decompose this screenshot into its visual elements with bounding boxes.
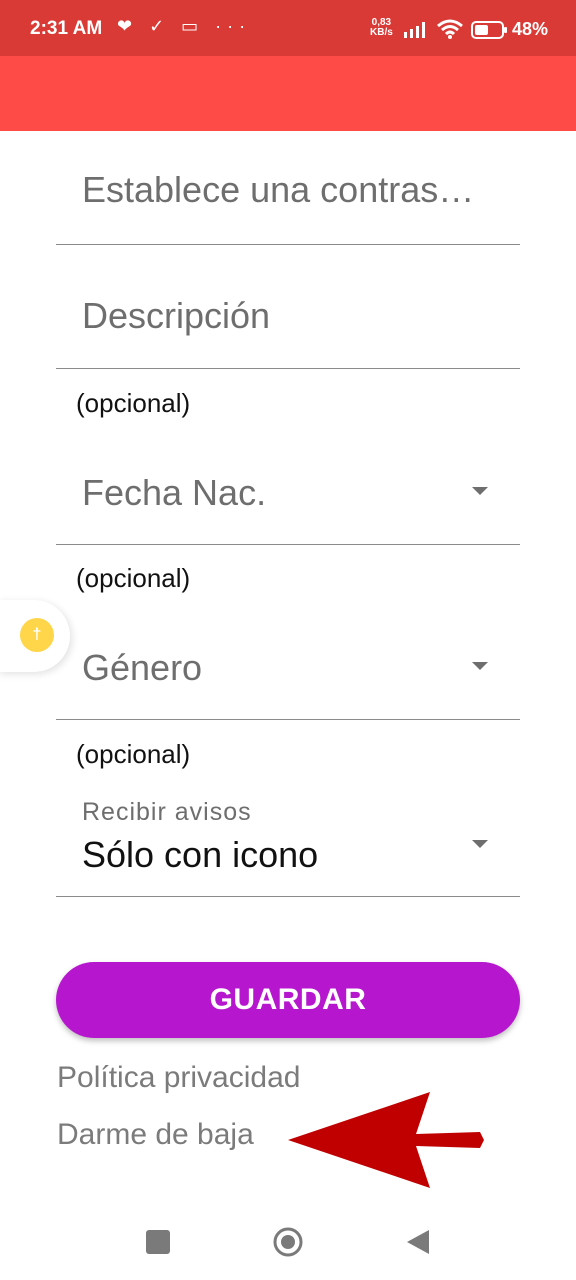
notifications-dropdown[interactable]: Recibir avisos Sólo con icono — [56, 790, 520, 897]
chevron-down-icon — [472, 487, 488, 495]
birthdate-dropdown[interactable]: Fecha Nac. — [56, 430, 520, 545]
birthdate-helper: (opcional) — [76, 563, 191, 593]
assistant-icon: † — [20, 618, 54, 652]
battery-percent: 48% — [512, 19, 549, 39]
wifi-icon — [437, 19, 463, 39]
notifications-label: Recibir avisos — [82, 798, 252, 826]
privacy-policy-link[interactable]: Política privacidad — [57, 1061, 300, 1095]
description-helper: (opcional) — [76, 388, 191, 418]
gender-helper: (opcional) — [76, 739, 191, 769]
password-field[interactable]: Establece una contraseña — [56, 131, 520, 245]
signal-icon — [404, 22, 425, 38]
annotation-arrow-icon — [288, 1092, 484, 1188]
unsubscribe-link[interactable]: Darme de baja — [57, 1118, 254, 1152]
notification-icons: ❤ ✓ ▭ ··· — [117, 16, 252, 36]
status-bar: 2:31 AM ❤ ✓ ▭ ··· 0,83 KB/s 48% — [0, 0, 576, 56]
description-placeholder: Descripción — [82, 295, 271, 336]
back-button[interactable] — [405, 1228, 431, 1256]
description-field[interactable]: Descripción — [56, 245, 520, 369]
notifications-value: Sólo con icono — [82, 834, 319, 875]
chevron-down-icon — [472, 662, 488, 670]
app-bar — [0, 56, 576, 131]
password-placeholder: Establece una contraseña — [82, 169, 492, 210]
gender-dropdown[interactable]: Género — [56, 605, 520, 720]
network-speed: 0,83 KB/s — [370, 17, 393, 38]
home-button[interactable] — [272, 1226, 304, 1258]
recents-button[interactable] — [146, 1230, 170, 1254]
gender-placeholder: Género — [82, 647, 203, 688]
battery-icon — [471, 21, 507, 39]
birthdate-placeholder: Fecha Nac. — [82, 472, 267, 513]
save-button[interactable]: GUARDAR — [56, 962, 520, 1038]
chevron-down-icon — [472, 840, 488, 848]
status-time: 2:31 AM — [30, 18, 103, 39]
system-nav-bar — [0, 1200, 576, 1280]
